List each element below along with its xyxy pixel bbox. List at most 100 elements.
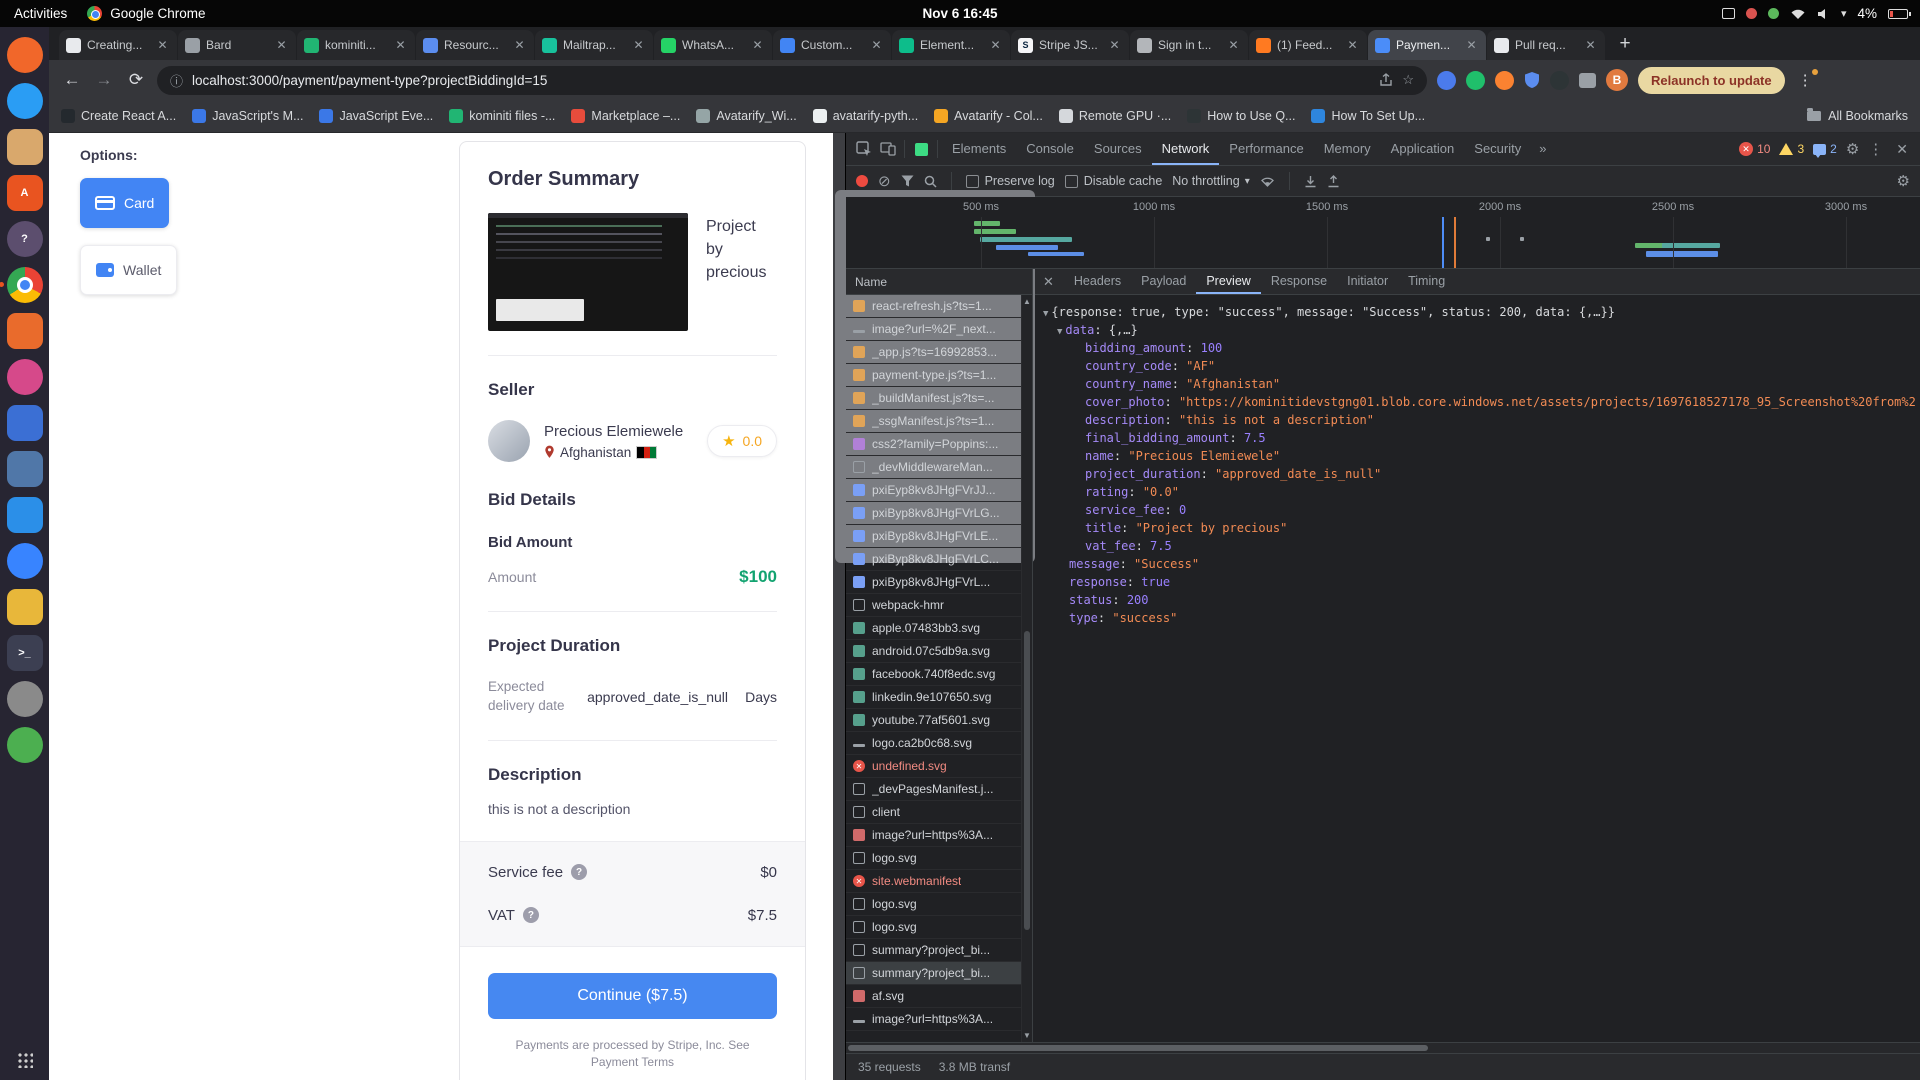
expand-arrow-icon[interactable]: ▼ <box>1043 309 1048 319</box>
show-applications-button[interactable] <box>17 1052 33 1068</box>
detail-tab-preview[interactable]: Preview <box>1196 269 1260 294</box>
bookmark-item[interactable]: JavaScript Eve... <box>319 109 433 123</box>
network-request-row[interactable]: logo.ca2b0c68.svg <box>846 732 1032 755</box>
tab-close-icon[interactable]: ✕ <box>512 38 527 52</box>
network-request-row[interactable]: facebook.740f8edc.svg <box>846 663 1032 686</box>
preview-line[interactable]: final_bidding_amount: 7.5 <box>1033 429 1920 447</box>
preview-line[interactable]: response: true <box>1033 573 1920 591</box>
preview-line[interactable]: ▼{response: true, type: "success", messa… <box>1033 303 1920 321</box>
continue-button[interactable]: Continue ($7.5) <box>488 973 777 1019</box>
dock-item-sphere-app[interactable] <box>7 359 43 395</box>
network-request-row[interactable]: logo.svg <box>846 916 1032 939</box>
preview-line[interactable]: name: "Precious Elemiewele" <box>1033 447 1920 465</box>
preview-line[interactable]: bidding_amount: 100 <box>1033 339 1920 357</box>
detail-tab-headers[interactable]: Headers <box>1064 269 1131 294</box>
issues-badge[interactable]: 2 <box>1813 142 1837 156</box>
bookmark-item[interactable]: JavaScript's M... <box>192 109 303 123</box>
devtools-settings-icon[interactable]: ⚙ <box>1846 140 1859 158</box>
network-request-row[interactable]: image?url=https%3A... <box>846 824 1032 847</box>
network-request-row[interactable]: _app.js?ts=16992853... <box>846 341 1032 364</box>
network-request-row[interactable]: _ssgManifest.js?ts=1... <box>846 410 1032 433</box>
browser-tab[interactable]: kominiti...✕ <box>297 30 415 60</box>
dock-item-system-monitor[interactable] <box>7 405 43 441</box>
devtools-menu-icon[interactable]: ⋮ <box>1868 140 1883 158</box>
network-settings-icon[interactable]: ⚙ <box>1897 172 1910 190</box>
network-conditions-icon[interactable] <box>1260 175 1275 187</box>
detail-tab-payload[interactable]: Payload <box>1131 269 1196 294</box>
tab-close-icon[interactable]: ✕ <box>988 38 1003 52</box>
all-bookmarks-button[interactable]: All Bookmarks <box>1807 109 1908 123</box>
network-request-row[interactable]: summary?project_bi... <box>846 939 1032 962</box>
dock-item-green-app[interactable] <box>7 727 43 763</box>
detail-tab-timing[interactable]: Timing <box>1398 269 1455 294</box>
tray-record-icon[interactable] <box>1746 8 1757 19</box>
ext-green-icon[interactable] <box>1466 71 1485 90</box>
disable-cache-checkbox[interactable]: Disable cache <box>1065 174 1163 188</box>
clear-network-log-icon[interactable]: ⊘ <box>878 174 891 189</box>
hscrollbar-thumb[interactable] <box>848 1045 1428 1051</box>
scrollbar-thumb[interactable] <box>1024 631 1030 930</box>
inspect-element-icon[interactable] <box>852 141 876 157</box>
search-icon[interactable] <box>924 175 937 188</box>
preview-line[interactable]: cover_photo: "https://kominitidevstgng01… <box>1033 393 1920 411</box>
browser-tab[interactable]: Element...✕ <box>892 30 1010 60</box>
share-icon[interactable] <box>1379 73 1393 87</box>
tab-close-icon[interactable]: ✕ <box>1583 38 1598 52</box>
preview-line[interactable]: message: "Success" <box>1033 555 1920 573</box>
network-request-row[interactable]: _devPagesManifest.j... <box>846 778 1032 801</box>
dock-item-files[interactable] <box>7 129 43 165</box>
wifi-icon[interactable] <box>1790 8 1806 20</box>
filter-icon[interactable] <box>901 175 914 187</box>
devtools-tab-network[interactable]: Network <box>1152 133 1220 165</box>
network-request-row[interactable]: pxiEyp8kv8JHgFVrJJ... <box>846 479 1032 502</box>
browser-tab[interactable]: Paymen...✕ <box>1368 30 1486 60</box>
dock-item-chrome[interactable] <box>7 267 43 303</box>
import-har-icon[interactable] <box>1304 175 1317 188</box>
preview-line[interactable]: description: "this is not a description" <box>1033 411 1920 429</box>
bookmark-item[interactable]: Avatarify_Wi... <box>696 109 796 123</box>
network-overview-timeline[interactable]: 500 ms1000 ms1500 ms2000 ms2500 ms3000 m… <box>846 197 1920 269</box>
request-list-scrollbar[interactable]: ▲ ▼ <box>1021 295 1032 1042</box>
network-request-row[interactable]: logo.svg <box>846 847 1032 870</box>
browser-tab[interactable]: Sign in t...✕ <box>1130 30 1248 60</box>
browser-tab[interactable]: SStripe JS...✕ <box>1011 30 1129 60</box>
more-panels-button[interactable]: » <box>1531 133 1554 165</box>
page-scrollbar[interactable] <box>833 133 845 1080</box>
preview-line[interactable]: ▼data: {,…} <box>1033 321 1920 339</box>
bookmark-star-icon[interactable]: ☆ <box>1402 72 1414 88</box>
extension-cube-icon[interactable] <box>909 143 933 156</box>
browser-menu-icon[interactable]: ⋮ <box>1795 71 1816 89</box>
activities-button[interactable]: Activities <box>14 6 67 21</box>
bookmark-item[interactable]: kominiti files -... <box>449 109 555 123</box>
export-har-icon[interactable] <box>1327 175 1340 188</box>
preview-line[interactable]: type: "success" <box>1033 609 1920 627</box>
browser-tab[interactable]: WhatsA...✕ <box>654 30 772 60</box>
console-errors-badge[interactable]: ✕10 <box>1739 142 1770 156</box>
back-button[interactable]: ← <box>61 70 83 90</box>
network-horizontal-scrollbar[interactable] <box>846 1042 1920 1053</box>
tab-close-icon[interactable]: ✕ <box>1464 38 1479 52</box>
browser-tab[interactable]: Pull req...✕ <box>1487 30 1605 60</box>
volume-icon[interactable] <box>1817 8 1830 20</box>
bookmark-item[interactable]: avatarify-pyth... <box>813 109 918 123</box>
devtools-tab-elements[interactable]: Elements <box>942 133 1016 165</box>
dock-item-ubuntu-software[interactable]: A <box>7 175 43 211</box>
dock-item-help[interactable]: ? <box>7 221 43 257</box>
network-request-row[interactable]: payment-type.js?ts=1... <box>846 364 1032 387</box>
dock-item-vscode[interactable] <box>7 497 43 533</box>
network-request-row[interactable]: pxiByp8kv8JHgFVrLC... <box>846 548 1032 571</box>
network-request-row[interactable]: client <box>846 801 1032 824</box>
service-fee-help-icon[interactable]: ? <box>571 864 587 880</box>
browser-tab[interactable]: Custom...✕ <box>773 30 891 60</box>
preview-line[interactable]: service_fee: 0 <box>1033 501 1920 519</box>
devtools-tab-security[interactable]: Security <box>1464 133 1531 165</box>
preview-line[interactable]: country_name: "Afghanistan" <box>1033 375 1920 393</box>
tab-close-icon[interactable]: ✕ <box>631 38 646 52</box>
devtools-tab-sources[interactable]: Sources <box>1084 133 1152 165</box>
vat-help-icon[interactable]: ? <box>523 907 539 923</box>
ext-blue-icon[interactable] <box>1437 71 1456 90</box>
network-request-row[interactable]: summary?project_bi... <box>846 962 1032 985</box>
dock-item-remmina[interactable] <box>7 543 43 579</box>
network-request-row[interactable]: linkedin.9e107650.svg <box>846 686 1032 709</box>
network-request-row[interactable]: pxiByp8kv8JHgFVrL... <box>846 571 1032 594</box>
